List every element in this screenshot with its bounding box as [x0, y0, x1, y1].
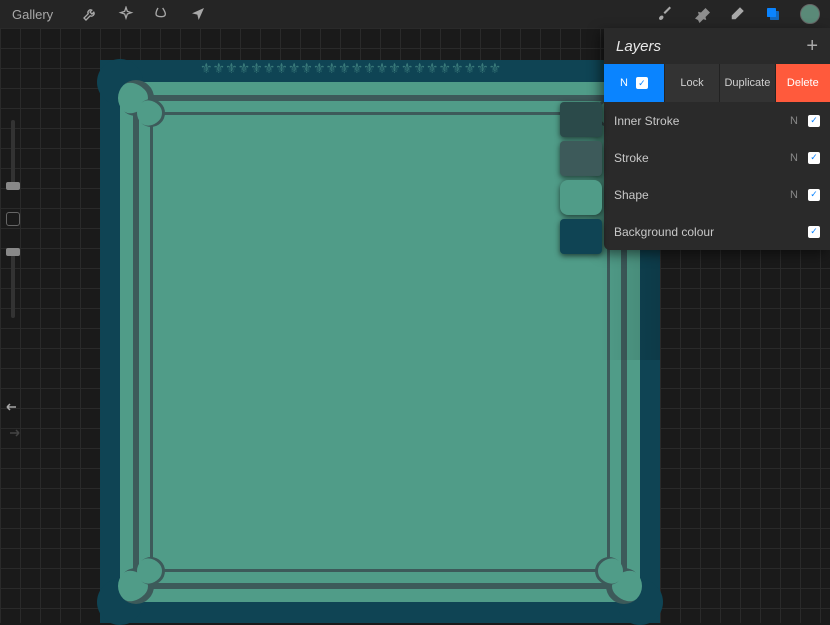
layer-blend: N — [790, 152, 798, 164]
layer-name: Background colour — [614, 225, 788, 239]
delete-button[interactable]: Delete — [776, 64, 830, 102]
eraser-icon[interactable] — [728, 5, 746, 23]
layer-row[interactable]: Background colour ✓ — [604, 213, 830, 250]
visibility-checkbox[interactable]: ✓ — [808, 189, 820, 201]
layer-thumb[interactable] — [560, 102, 602, 137]
brush-size-slider[interactable] — [11, 120, 15, 190]
wrench-icon[interactable] — [81, 5, 99, 23]
add-layer-button[interactable]: + — [806, 35, 818, 58]
layer-row[interactable]: Stroke N ✓ — [604, 139, 830, 176]
layer-blend: N — [790, 189, 798, 201]
layer-name: Stroke — [614, 151, 780, 165]
visibility-checkbox[interactable]: ✓ — [808, 115, 820, 127]
transform-icon[interactable] — [189, 5, 207, 23]
lock-button[interactable]: Lock — [665, 64, 720, 102]
blend-letter: N — [620, 77, 628, 89]
inner-stroke-layer — [150, 112, 610, 572]
layers-header: Layers + — [604, 28, 830, 64]
layer-thumb[interactable] — [560, 180, 602, 215]
layer-row[interactable]: Inner Stroke N ✓ — [604, 102, 830, 139]
layer-options: N ✓ Lock Duplicate Delete — [604, 64, 830, 102]
opacity-slider[interactable] — [11, 248, 15, 318]
left-sidebar — [6, 120, 20, 318]
check-icon: ✓ — [636, 77, 648, 89]
layer-name: Inner Stroke — [614, 114, 780, 128]
adjustments-icon[interactable] — [117, 5, 135, 23]
modifier-button[interactable] — [6, 212, 20, 226]
layers-title: Layers — [616, 38, 661, 55]
smudge-icon[interactable] — [692, 5, 710, 23]
brush-icon[interactable] — [656, 5, 674, 23]
layer-thumb[interactable] — [560, 219, 602, 254]
selection-icon[interactable] — [153, 5, 171, 23]
duplicate-button[interactable]: Duplicate — [720, 64, 775, 102]
layer-blend: N — [790, 115, 798, 127]
gallery-button[interactable]: Gallery — [0, 7, 65, 22]
undo-button[interactable] — [4, 400, 22, 418]
layer-name: Shape — [614, 188, 780, 202]
redo-button[interactable] — [4, 426, 22, 444]
layers-panel: Layers + N ✓ Lock Duplicate Delete Inner… — [604, 28, 830, 250]
top-toolbar: Gallery — [0, 0, 830, 28]
visibility-checkbox[interactable]: ✓ — [808, 152, 820, 164]
fleur-border: ⚜⚜⚜⚜⚜⚜⚜⚜⚜⚜⚜⚜⚜⚜⚜⚜⚜⚜⚜⚜⚜⚜⚜⚜ — [200, 60, 640, 78]
layer-thumbnails — [560, 102, 602, 254]
right-tool-group — [656, 4, 820, 24]
layer-thumb[interactable] — [560, 141, 602, 176]
color-picker[interactable] — [800, 4, 820, 24]
undo-redo-group — [4, 400, 22, 444]
left-tool-group — [81, 5, 207, 23]
blend-mode-button[interactable]: N ✓ — [604, 64, 665, 102]
layer-row[interactable]: Shape N ✓ — [604, 176, 830, 213]
layers-icon[interactable] — [764, 5, 782, 23]
visibility-checkbox[interactable]: ✓ — [808, 226, 820, 238]
